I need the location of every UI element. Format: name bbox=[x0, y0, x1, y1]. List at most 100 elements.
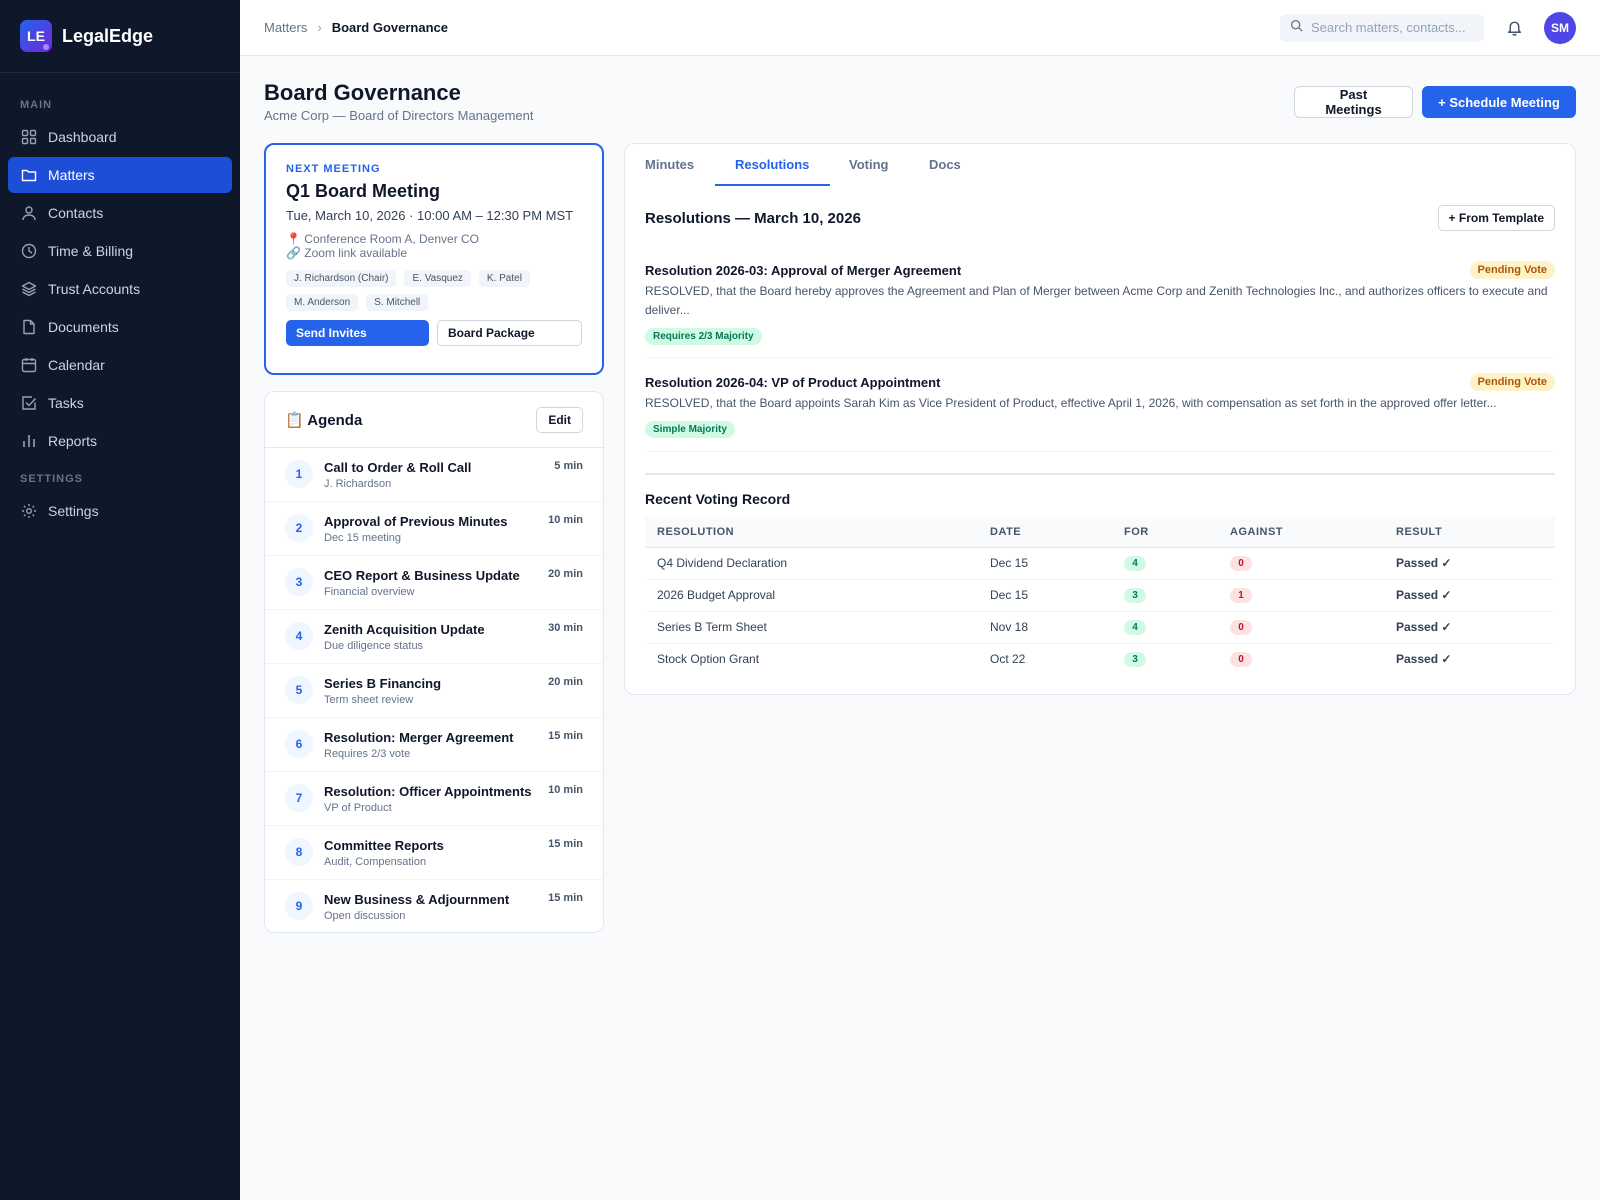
status-badge: Pending Vote bbox=[1469, 261, 1555, 279]
sidebar-item-settings[interactable]: Settings bbox=[8, 493, 232, 529]
sidebar-item-reports[interactable]: Reports bbox=[8, 423, 232, 459]
sidebar-item-dashboard[interactable]: Dashboard bbox=[8, 119, 232, 155]
search-input[interactable] bbox=[1311, 20, 1471, 35]
bell-icon[interactable] bbox=[1504, 18, 1524, 38]
table-row[interactable]: 2026 Budget Approval Dec 15 3 1 Passed ✓ bbox=[645, 579, 1555, 612]
sidebar-item-label: Time & Billing bbox=[48, 243, 134, 259]
table-row[interactable]: Q4 Dividend Declaration Dec 15 4 0 Passe… bbox=[645, 547, 1555, 580]
table-row[interactable]: Series B Term Sheet Nov 18 4 0 Passed ✓ bbox=[645, 611, 1555, 644]
board-package-button[interactable]: Board Package bbox=[437, 320, 582, 346]
for-cell: 4 bbox=[1112, 547, 1218, 580]
agenda-item-subtitle: VP of Product bbox=[324, 802, 392, 814]
agenda-item-title: CEO Report & Business Update bbox=[324, 568, 520, 583]
agenda-item[interactable]: 6 Resolution: Merger Agreement Requires 2… bbox=[265, 718, 603, 772]
resolution-cell: 2026 Budget Approval bbox=[645, 579, 978, 612]
brand: LE LegalEdge bbox=[0, 0, 240, 73]
agenda-item-subtitle: Term sheet review bbox=[324, 694, 414, 706]
section-divider bbox=[645, 473, 1555, 475]
sidebar-item-contacts[interactable]: Contacts bbox=[8, 195, 232, 231]
agenda-item[interactable]: 9 New Business & Adjournment Open discuss… bbox=[265, 880, 603, 934]
agenda-item-subtitle: Audit, Compensation bbox=[324, 856, 427, 868]
sidebar-item-label: Settings bbox=[48, 503, 99, 519]
agenda-item-number: 6 bbox=[285, 730, 313, 758]
attendee-chip: E. Vasquez bbox=[404, 270, 471, 287]
bar-chart-icon bbox=[20, 432, 38, 450]
brand-name: LegalEdge bbox=[62, 25, 154, 46]
agenda-item-number: 1 bbox=[285, 460, 313, 488]
agenda-item[interactable]: 3 CEO Report & Business Update Financial … bbox=[265, 556, 603, 610]
zoom-link[interactable]: 🔗 Zoom link available bbox=[286, 246, 582, 260]
table-header-row: RESOLUTION DATE FOR AGAINST RESULT bbox=[645, 517, 1555, 548]
agenda-item-subtitle: Due diligence status bbox=[324, 640, 424, 652]
resolution-text: RESOLVED, that the Board appoints Sarah … bbox=[645, 396, 1497, 410]
against-cell: 0 bbox=[1218, 547, 1384, 580]
sidebar-item-tasks[interactable]: Tasks bbox=[8, 385, 232, 421]
agenda-item-duration: 10 min bbox=[548, 514, 583, 526]
agenda-item[interactable]: 4 Zenith Acquisition Update Due diligence… bbox=[265, 610, 603, 664]
agenda-item-subtitle: Dec 15 meeting bbox=[324, 532, 402, 544]
agenda-item-number: 9 bbox=[285, 892, 313, 920]
agenda-item-title: Call to Order & Roll Call bbox=[324, 460, 472, 475]
resolution-cell: Series B Term Sheet bbox=[645, 611, 978, 644]
page-subtitle: Acme Corp — Board of Directors Managemen… bbox=[264, 108, 534, 123]
resolution-item[interactable]: Resolution 2026-03: Approval of Merger A… bbox=[645, 261, 1555, 358]
past-meetings-button[interactable]: Past Meetings bbox=[1294, 86, 1413, 118]
agenda-item-duration: 20 min bbox=[548, 676, 583, 688]
agenda-item[interactable]: 2 Approval of Previous Minutes Dec 15 mee… bbox=[265, 502, 603, 556]
from-template-button[interactable]: + From Template bbox=[1437, 205, 1555, 231]
date-cell: Dec 15 bbox=[978, 579, 1112, 612]
tab-minutes[interactable]: Minutes bbox=[645, 157, 694, 172]
sidebar-item-label: Tasks bbox=[48, 395, 84, 411]
for-cell: 3 bbox=[1112, 579, 1218, 612]
resolution-item[interactable]: Resolution 2026-04: VP of Product Appoin… bbox=[645, 373, 1555, 452]
tab-bar: Minutes Resolutions Voting Docs bbox=[625, 144, 1575, 186]
search-box[interactable] bbox=[1280, 13, 1484, 42]
schedule-meeting-button[interactable]: + Schedule Meeting bbox=[1422, 86, 1576, 118]
agenda-item-duration: 20 min bbox=[548, 568, 583, 580]
brand-logo[interactable]: LE bbox=[20, 20, 52, 52]
against-count: 0 bbox=[1230, 620, 1252, 635]
table-row[interactable]: Stock Option Grant Oct 22 3 0 Passed ✓ bbox=[645, 643, 1555, 675]
sparkle-icon bbox=[43, 44, 49, 50]
agenda-item-title: Series B Financing bbox=[324, 676, 442, 691]
sidebar-item-matters[interactable]: Matters bbox=[8, 157, 232, 193]
attendee-chip: K. Patel bbox=[478, 270, 530, 287]
against-count: 1 bbox=[1230, 588, 1252, 603]
meeting-location: 📍 Conference Room A, Denver CO bbox=[286, 232, 480, 246]
resolution-cell: Stock Option Grant bbox=[657, 652, 760, 667]
sidebar-item-calendar[interactable]: Calendar bbox=[8, 347, 232, 383]
agenda-item[interactable]: 8 Committee Reports Audit, Compensation 1… bbox=[265, 826, 603, 880]
agenda-item[interactable]: 5 Series B Financing Term sheet review 20… bbox=[265, 664, 603, 718]
active-tab-indicator bbox=[715, 184, 830, 186]
result-cell: Passed ✓ bbox=[1384, 579, 1555, 612]
sidebar-item-time-billing[interactable]: Time & Billing bbox=[8, 233, 232, 269]
resolutions-panel: Minutes Resolutions Voting Docs Resoluti… bbox=[624, 143, 1576, 695]
attendee-chip: S. Mitchell bbox=[366, 294, 429, 311]
breadcrumb-matters[interactable]: Matters bbox=[264, 20, 307, 35]
agenda-item[interactable]: 7 Resolution: Officer Appointments VP of … bbox=[265, 772, 603, 826]
edit-agenda-button[interactable]: Edit bbox=[536, 406, 583, 433]
sidebar-item-label: Contacts bbox=[48, 205, 104, 221]
send-invites-button[interactable]: Send Invites bbox=[286, 320, 429, 346]
agenda-item-title: Resolution: Officer Appointments bbox=[324, 784, 532, 799]
topbar: Matters › Board Governance SM bbox=[240, 0, 1600, 56]
chevron-right-icon: › bbox=[317, 20, 322, 35]
sidebar-item-documents[interactable]: Documents bbox=[8, 309, 232, 345]
against-cell: 1 bbox=[1218, 579, 1384, 612]
agenda-item-duration: 15 min bbox=[548, 730, 583, 742]
avatar[interactable]: SM bbox=[1544, 11, 1576, 44]
user-icon bbox=[20, 204, 38, 222]
majority-badge: Simple Majority bbox=[645, 421, 735, 438]
agenda-item-number: 3 bbox=[285, 568, 313, 596]
sidebar-item-trust-accounts[interactable]: Trust Accounts bbox=[8, 271, 232, 307]
tab-resolutions[interactable]: Resolutions bbox=[735, 157, 809, 172]
tab-voting[interactable]: Voting bbox=[849, 157, 888, 172]
column-header: RESOLUTION bbox=[645, 517, 978, 548]
next-meeting-label: NEXT MEETING bbox=[286, 163, 381, 175]
breadcrumb-current: Board Governance bbox=[331, 20, 449, 35]
agenda-item[interactable]: 1 Call to Order & Roll Call J. Richardson… bbox=[265, 448, 603, 502]
against-cell: 0 bbox=[1218, 643, 1384, 675]
column-header: FOR bbox=[1112, 517, 1218, 548]
tab-docs[interactable]: Docs bbox=[929, 157, 961, 172]
result-cell: Passed ✓ bbox=[1396, 652, 1452, 667]
